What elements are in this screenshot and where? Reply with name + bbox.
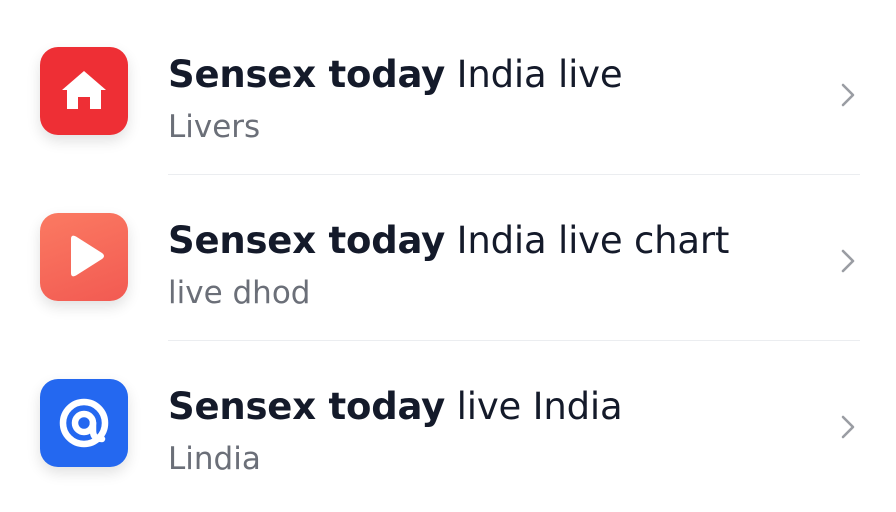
chevron-right-icon	[841, 83, 855, 107]
item-title: Sensex today India live	[168, 51, 623, 99]
item-subtitle: Lindia	[168, 441, 261, 477]
chevron-right-icon	[841, 415, 855, 439]
list-item[interactable]: Sensex today India live Livers	[0, 9, 896, 175]
play-icon	[71, 235, 104, 277]
item-title-bold: Sensex today	[168, 385, 446, 428]
list-item[interactable]: Sensex today live India Lindia	[0, 341, 896, 507]
at-sign-icon	[59, 398, 109, 448]
item-subtitle: live dhod	[168, 275, 311, 311]
app-icon-tile	[40, 379, 128, 467]
app-icon-tile	[40, 47, 128, 135]
app-icon-tile	[40, 213, 128, 301]
home-icon	[62, 71, 106, 109]
item-title-bold: Sensex today	[168, 219, 446, 262]
item-title-rest: live India	[456, 385, 623, 428]
item-title-rest: India live chart	[456, 219, 730, 262]
item-title: Sensex today India live chart	[168, 217, 729, 265]
item-title: Sensex today live India	[168, 383, 623, 431]
chevron-right-icon	[841, 249, 855, 273]
list-item[interactable]: Sensex today India live chart live dhod	[0, 175, 896, 341]
result-list: Sensex today India live Livers Sensex to…	[0, 0, 896, 512]
item-title-rest: India live	[456, 53, 623, 96]
item-subtitle: Livers	[168, 109, 261, 145]
item-title-bold: Sensex today	[168, 53, 446, 96]
